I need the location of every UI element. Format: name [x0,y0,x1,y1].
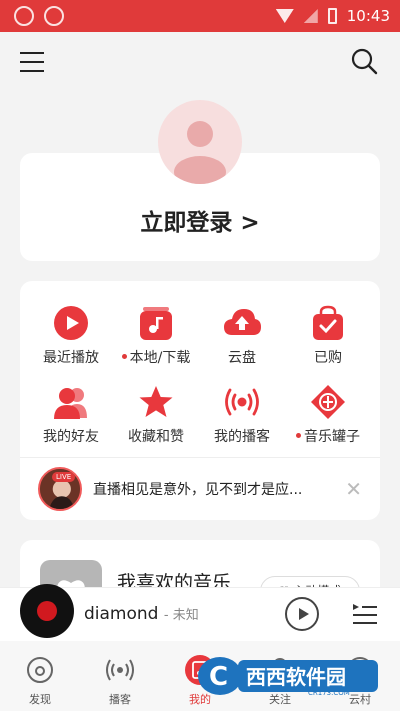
hamburger-menu-icon[interactable] [20,52,44,72]
menu-item-label: 云盘 [228,350,256,366]
tab-label: 云村 [349,693,371,706]
avatar[interactable] [158,100,242,184]
tab-podcast[interactable]: 播客 [80,655,160,707]
mini-player[interactable]: diamond - 未知 [0,584,400,641]
netease-notification-icon [44,6,64,26]
menu-item-recent-play[interactable]: 最近播放 [26,305,116,367]
status-bar: 10:43 [0,0,400,32]
my-music-icon [185,655,215,685]
wifi-icon [275,9,294,23]
broadcast-icon [225,388,259,416]
live-text[interactable]: 直播相见是意外，见不到才是应... [93,479,302,499]
tab-my-music[interactable]: 我的 [160,655,240,707]
song-title: diamond [84,604,159,624]
cloud-upload-icon [224,309,261,335]
shopping-bag-icon [313,305,343,340]
menu-item-favorites-likes[interactable]: 收藏和赞 [111,384,201,446]
user-placeholder-icon [174,121,226,184]
discover-icon [27,657,53,683]
follow-icon [268,658,292,684]
menu-item-label: 已购 [314,350,342,366]
menu-item-purchased[interactable]: 已购 [283,305,373,367]
close-icon[interactable]: ✕ [345,479,362,499]
menu-item-label: 我的播客 [214,429,270,445]
login-link[interactable]: 立即登录 > [20,203,380,237]
menu-item-label: 音乐罐子 [304,429,360,445]
play-circle-icon [54,306,88,340]
search-icon[interactable] [350,47,378,75]
tab-discover[interactable]: 发现 [0,655,80,707]
menu-item-label: 我的好友 [43,429,99,445]
menu-item-local-download[interactable]: 本地/下载 [111,305,201,367]
tab-cloud-village[interactable]: 云村 [320,655,400,707]
menu-item-cloud-disk[interactable]: 云盘 [197,305,287,367]
quick-menu-card: 最近播放 本地/下载 云盘 已购 我的好友 收藏和赞 我的播客 音乐罐子 LIV… [20,281,380,520]
menu-item-label-wrap: 音乐罐子 [283,426,373,446]
tab-label: 播客 [109,693,131,706]
menu-item-label: 收藏和赞 [128,429,184,445]
podcast-icon [106,659,134,681]
tab-label: 发现 [29,693,51,706]
menu-item-label-wrap: 本地/下载 [111,347,201,367]
play-button[interactable] [285,597,319,631]
music-file-icon [140,307,172,340]
star-icon [139,386,173,417]
live-recommendation[interactable]: LIVE 直播相见是意外，见不到才是应... ✕ [20,458,380,520]
menu-item-music-jar[interactable]: 音乐罐子 [283,384,373,446]
live-avatar[interactable]: LIVE [38,467,82,511]
new-dot [121,353,127,359]
live-badge: LIVE [52,472,76,482]
battery-icon [327,8,337,24]
status-time: 10:43 [346,7,390,25]
menu-item-label: 本地/下载 [129,350,191,366]
menu-item-my-podcasts[interactable]: 我的播客 [197,384,287,446]
menu-item-friends[interactable]: 我的好友 [26,384,116,446]
song-artist: 未知 [172,608,199,623]
now-playing[interactable]: diamond - 未知 [84,604,199,624]
tab-follow[interactable]: 关注 [240,655,320,707]
bottom-nav: 发现 播客 我的 关注 云村 [0,641,400,711]
tab-label: 关注 [269,693,291,706]
friends-icon [54,388,87,419]
top-bar [0,32,400,96]
playlist-icon[interactable] [352,602,378,628]
song-separator: - [163,608,173,623]
menu-item-label: 最近播放 [43,350,99,366]
signal-icon [303,9,318,23]
music-jar-icon [311,385,345,419]
tab-label: 我的 [189,693,211,706]
netease-notification-icon [14,6,34,26]
album-disc[interactable] [20,584,74,638]
cloud-village-icon [347,657,373,683]
new-dot [296,432,301,438]
